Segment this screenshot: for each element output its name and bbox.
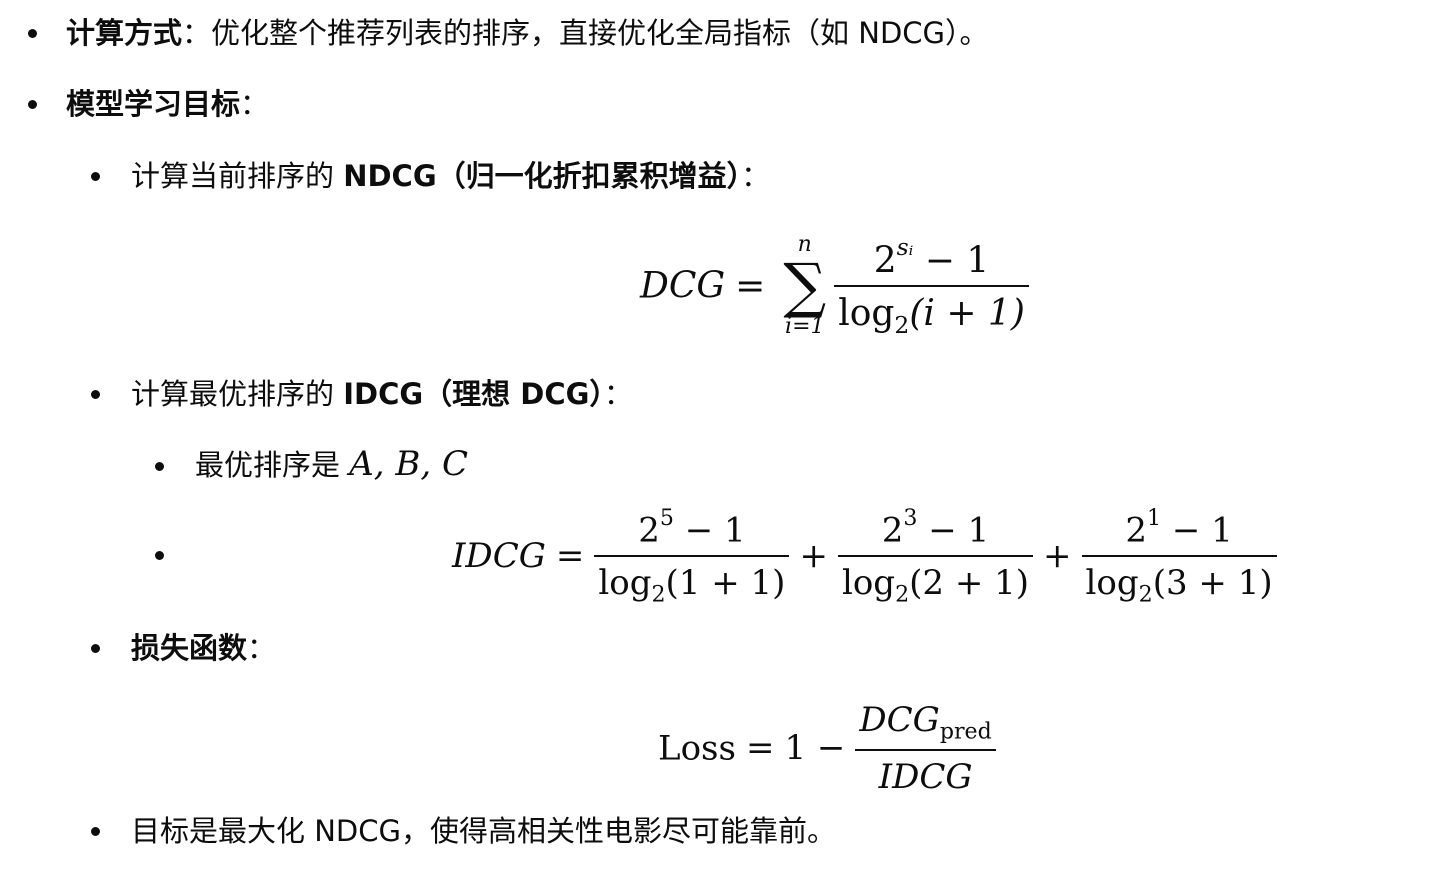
bullet-idcg-formula [155,551,164,560]
dcg-den-arg: (i + 1) [909,293,1025,335]
model-goal-item: 模型学习目标： [66,84,269,124]
idcg-term-1-log: log [598,562,652,603]
idcg-term-1-tail: − 1 [673,510,746,551]
bullet-model-goal [28,100,37,109]
idcg-formula: IDCG = 25 − 1 log2(1 + 1) + 23 − 1 log2(2… [452,505,1277,607]
idcg-term-1-exp: 5 [659,505,674,531]
idcg-step-prefix: 计算最优排序的 [131,377,344,411]
idcg-term-2-exp: 3 [903,505,918,531]
idcg-term-2-arg: (2 + 1) [909,562,1030,603]
loss-fraction: DCGpred IDCG [855,700,996,797]
idcg-term-2-log: log [841,562,896,603]
idcg-term-3-den: log2(3 + 1) [1082,557,1277,608]
optimal-order-item: 最优排序是 A, B, C [195,444,468,485]
idcg-term-3-log-base: 2 [1138,581,1153,608]
ndcg-step-item: 计算当前排序的 NDCG（归一化折扣累积增益）： [131,156,770,196]
idcg-lhs: IDCG [452,536,546,577]
dcg-sum: n ∑ i=1 [783,232,826,340]
bullet-calc-method [28,29,37,38]
idcg-term-1-den: log2(1 + 1) [594,557,789,608]
idcg-term-2: 23 − 1 log2(2 + 1) [837,505,1034,608]
loss-step-sep: ： [247,631,277,665]
dcg-den-base: 2 [894,311,910,340]
dcg-sum-lower: i=1 [785,314,825,339]
idcg-step-label: IDCG（理想 DCG） [343,377,604,411]
loss-formula: Loss = 1 − DCGpred IDCG [658,700,996,797]
idcg-step-sep: ： [603,377,633,411]
ndcg-step-sep: ： [741,159,771,193]
loss-lhs: Loss [658,728,736,769]
dcg-denominator: log2(i + 1) [834,287,1029,339]
calc-method-item: 计算方式：优化整个推荐列表的排序，直接优化全局指标（如 NDCG）。 [66,13,989,53]
idcg-term-2-tail: − 1 [917,510,990,551]
idcg-term-1: 25 − 1 log2(1 + 1) [594,505,790,608]
idcg-term-2-num: 23 − 1 [837,505,1034,557]
dcg-num-exp: sᵢ [896,232,914,261]
dcg-lhs: DCG [640,265,726,307]
idcg-term-3-arg: (3 + 1) [1152,562,1273,603]
loss-one-minus: 1 − [784,728,846,769]
bullet-ndcg-step [91,172,100,181]
dcg-den-log: log [838,293,895,335]
idcg-plus-2: + [1043,536,1072,577]
idcg-term-3-tail: − 1 [1161,510,1233,551]
idcg-term-2-log-base: 2 [895,581,910,608]
idcg-term-1-arg: (1 + 1) [665,562,786,603]
idcg-term-3-num: 21 − 1 [1081,505,1277,557]
idcg-term-1-log-base: 2 [651,581,666,608]
bullet-optimal-order [155,462,164,471]
loss-step-label: 损失函数 [131,631,248,665]
calc-method-sep: ： [182,16,212,50]
bullet-objective [91,827,100,836]
idcg-step-item: 计算最优排序的 IDCG（理想 DCG）： [131,374,633,414]
idcg-term-3-exp: 1 [1146,505,1162,531]
ndcg-step-label: NDCG（归一化折扣累积增益） [343,159,742,193]
idcg-term-2-base: 2 [881,510,904,551]
bullet-loss-step [91,644,100,653]
objective-text: 目标是最大化 NDCG，使得高相关性电影尽可能靠前。 [131,814,836,848]
idcg-plus-1: + [799,536,828,577]
dcg-num-base: 2 [873,240,897,282]
objective-item: 目标是最大化 NDCG，使得高相关性电影尽可能靠前。 [131,811,836,851]
idcg-term-2-den: log2(2 + 1) [838,557,1033,608]
bullet-idcg-step [91,390,100,399]
ndcg-step-prefix: 计算当前排序的 [131,159,344,193]
document-page: 计算方式：优化整个推荐列表的排序，直接优化全局指标（如 NDCG）。 模型学习目… [0,0,1438,870]
model-goal-sep: ： [240,87,270,121]
loss-denominator: IDCG [878,756,973,797]
idcg-term-3-log: log [1085,562,1139,603]
optimal-order-math: A, B, C [349,444,469,484]
loss-step-item: 损失函数： [131,628,276,668]
dcg-num-tail: − 1 [913,240,990,282]
dcg-numerator: 2sᵢ − 1 [834,233,1029,288]
loss-num-sub: pred [939,718,992,745]
idcg-term-3-base: 2 [1125,510,1147,551]
dcg-eq: = [735,265,766,307]
idcg-term-1-base: 2 [638,510,660,551]
idcg-term-1-num: 25 − 1 [594,505,790,557]
dcg-sum-symbol: ∑ [783,251,827,321]
calc-method-label: 计算方式 [66,16,183,50]
idcg-term-3: 21 − 1 log2(3 + 1) [1081,505,1277,608]
idcg-eq: = [555,536,585,577]
model-goal-label: 模型学习目标 [66,87,241,121]
loss-eq: = [745,728,775,769]
loss-num: DCG [859,700,940,740]
optimal-order-text: 最优排序是 [195,448,350,482]
dcg-formula: DCG = n ∑ i=1 2sᵢ − 1 log2(i + 1) [640,232,1029,340]
loss-numerator: DCGpred [855,700,996,751]
dcg-fraction: 2sᵢ − 1 log2(i + 1) [834,233,1029,339]
calc-method-text: 优化整个推荐列表的排序，直接优化全局指标（如 NDCG）。 [211,16,989,50]
